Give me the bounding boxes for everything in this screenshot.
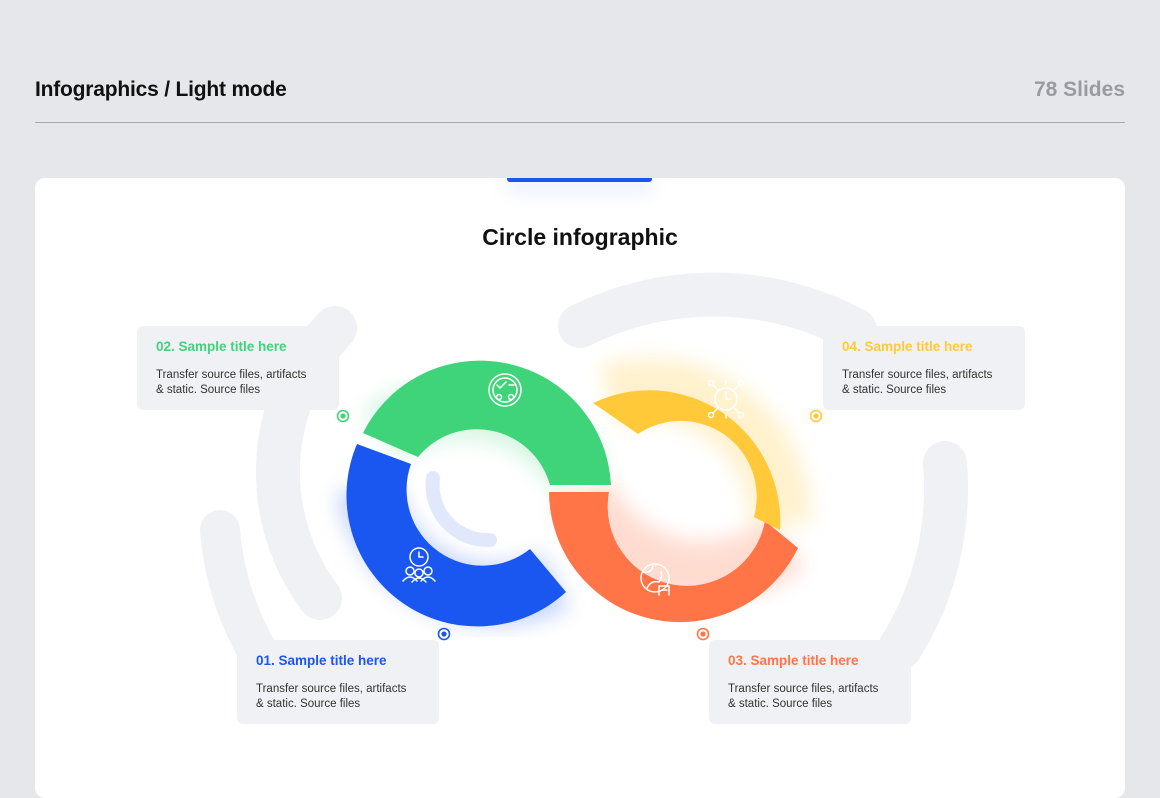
info-box-02[interactable]: 02. Sample title here Transfer source fi… bbox=[137, 326, 339, 410]
page-header: Infographics / Light mode 78 Slides bbox=[35, 78, 1125, 104]
info-box-description: Transfer source files, artifacts & stati… bbox=[256, 682, 431, 712]
info-box-description: Transfer source files, artifacts & stati… bbox=[156, 368, 331, 398]
description-line: & static. Source files bbox=[256, 698, 361, 710]
slide-count: 78 Slides bbox=[1033, 78, 1125, 101]
circle-infographic-art bbox=[200, 272, 969, 698]
info-box-04[interactable]: 04. Sample title here Transfer source fi… bbox=[823, 326, 1025, 410]
description-line: Transfer source files, artifacts bbox=[728, 683, 879, 695]
page-title: Infographics / Light mode bbox=[35, 78, 287, 101]
description-line: & static. Source files bbox=[728, 698, 833, 710]
description-line: Transfer source files, artifacts bbox=[256, 683, 407, 695]
info-box-title: 03. Sample title here bbox=[728, 653, 859, 668]
slide-card[interactable]: Circle infographic 02. Sample title here… bbox=[35, 178, 1125, 798]
info-box-title: 02. Sample title here bbox=[156, 339, 287, 354]
description-line: Transfer source files, artifacts bbox=[156, 369, 307, 381]
info-box-title: 01. Sample title here bbox=[256, 653, 387, 668]
connector-dot-02 bbox=[336, 409, 350, 423]
info-box-description: Transfer source files, artifacts & stati… bbox=[728, 682, 903, 712]
header-divider bbox=[35, 122, 1125, 123]
info-box-01[interactable]: 01. Sample title here Transfer source fi… bbox=[237, 640, 439, 724]
info-box-description: Transfer source files, artifacts & stati… bbox=[842, 368, 1017, 398]
connector-dot-04 bbox=[809, 409, 823, 423]
description-line: & static. Source files bbox=[842, 384, 947, 396]
description-line: Transfer source files, artifacts bbox=[842, 369, 993, 381]
connector-dot-03 bbox=[696, 627, 710, 641]
info-box-03[interactable]: 03. Sample title here Transfer source fi… bbox=[709, 640, 911, 724]
description-line: & static. Source files bbox=[156, 384, 261, 396]
connector-dot-01 bbox=[437, 627, 451, 641]
info-box-title: 04. Sample title here bbox=[842, 339, 973, 354]
